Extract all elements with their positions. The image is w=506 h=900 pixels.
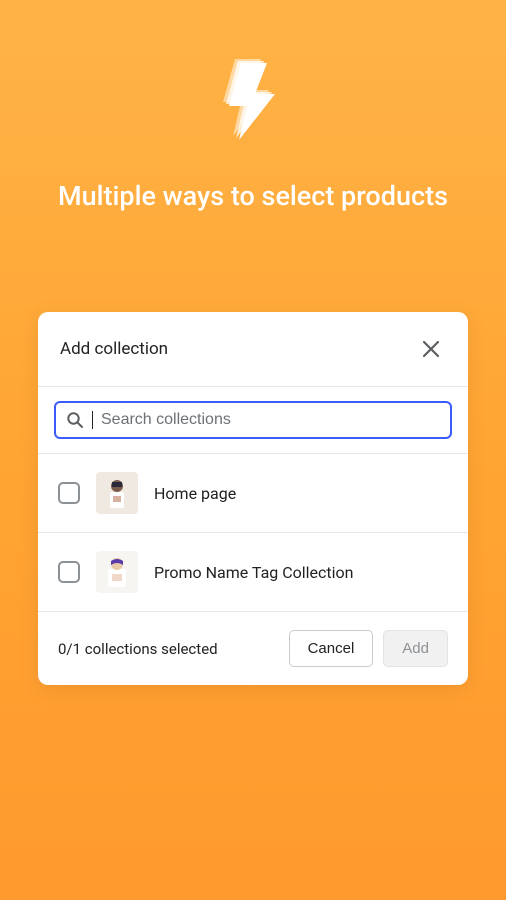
- close-icon: [420, 338, 442, 360]
- list-item[interactable]: Promo Name Tag Collection: [38, 533, 468, 612]
- collection-label: Home page: [154, 484, 236, 503]
- search-input[interactable]: [101, 411, 440, 429]
- modal-header: Add collection: [38, 312, 468, 387]
- search-field[interactable]: [54, 401, 452, 439]
- collection-list: Home page Promo Name Tag Collection: [38, 454, 468, 612]
- lightning-bolt-icon: [219, 58, 287, 148]
- search-section: [38, 387, 468, 454]
- checkbox[interactable]: [58, 561, 80, 583]
- close-button[interactable]: [416, 334, 446, 364]
- list-item[interactable]: Home page: [38, 454, 468, 533]
- hero-section: Multiple ways to select products: [0, 0, 506, 214]
- collection-thumbnail: [96, 551, 138, 593]
- collection-thumbnail: [96, 472, 138, 514]
- add-button[interactable]: Add: [383, 630, 448, 667]
- selected-count: 0/1 collections selected: [58, 640, 218, 658]
- modal-footer: 0/1 collections selected Cancel Add: [38, 612, 468, 685]
- modal-title: Add collection: [60, 339, 168, 359]
- collection-label: Promo Name Tag Collection: [154, 563, 353, 582]
- search-icon: [66, 411, 84, 429]
- hero-title: Multiple ways to select products: [0, 178, 506, 214]
- footer-actions: Cancel Add: [289, 630, 448, 667]
- input-caret: [92, 411, 93, 429]
- cancel-button[interactable]: Cancel: [289, 630, 374, 667]
- add-collection-modal: Add collection: [38, 312, 468, 685]
- checkbox[interactable]: [58, 482, 80, 504]
